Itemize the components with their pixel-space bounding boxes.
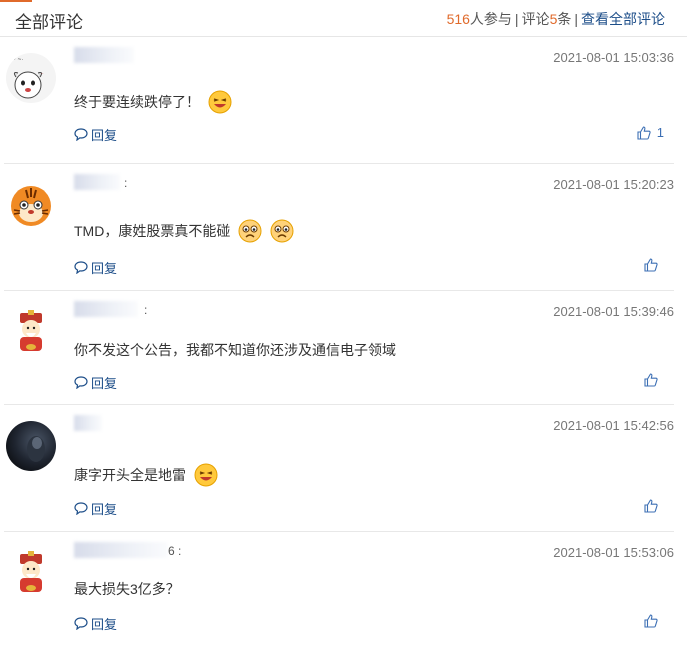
- comment-text-content: 最大损失3亿多？: [74, 581, 180, 597]
- thumbs-up-icon: [644, 258, 658, 272]
- comments-suffix: 条: [557, 11, 572, 27]
- username-blurred[interactable]: [74, 174, 120, 190]
- dog-sticker-avatar[interactable]: ·~ ~· ··: [6, 53, 56, 103]
- comment-time: 2021-08-01 15:53:06: [553, 545, 674, 560]
- comment-bubble-icon: [74, 128, 88, 141]
- reply-button[interactable]: 回复: [74, 614, 117, 633]
- comment-item: : 2021-08-01 15:20:23 TMD，康姓股票真不能碰 回复: [4, 164, 674, 291]
- comment-text: TMD，康姓股票真不能碰: [74, 219, 294, 246]
- comment-text-content: TMD，康姓股票真不能碰: [74, 223, 231, 240]
- comment-text: 你不发这个公告，我都不知道你还涉及通信电子领域: [74, 340, 396, 360]
- like-button[interactable]: 1: [637, 125, 664, 140]
- comment-text: 终于要连续跌停了！: [74, 90, 232, 117]
- svg-text:·~ ~·: ·~ ~·: [10, 57, 24, 63]
- reply-label: 回复: [91, 502, 118, 517]
- comments-header: 全部评论 516人参与 | 评论5条 | 查看全部评论: [0, 0, 687, 37]
- comment-text: 最大损失3亿多？: [74, 579, 180, 599]
- comment-text: 康字开头全是地雷: [74, 463, 218, 490]
- worried-emoji-icon: [238, 219, 262, 246]
- comment-time: 2021-08-01 15:20:23: [553, 177, 674, 192]
- comment-text-content: 终于要连续跌停了！: [74, 94, 200, 111]
- dark-photo-avatar[interactable]: [6, 421, 56, 471]
- participants-count: 516: [446, 11, 470, 27]
- like-button[interactable]: [644, 614, 664, 628]
- username-colon: 6 :: [168, 544, 182, 558]
- comment-bubble-icon: [74, 617, 88, 630]
- username-blurred[interactable]: [74, 542, 168, 558]
- comments-prefix: 评论: [521, 11, 550, 27]
- comment-list: ·~ ~· ·· 2021-08-01 15:03:36 终于要连续跌停了！ 回…: [0, 37, 687, 645]
- username-colon: :: [144, 303, 148, 317]
- reply-button[interactable]: 回复: [74, 125, 117, 144]
- thumbs-up-icon: [644, 499, 658, 513]
- stats-separator: |: [574, 11, 578, 27]
- comment-bubble-icon: [74, 261, 88, 274]
- comment-bubble-icon: [74, 502, 88, 515]
- tiger-avatar[interactable]: [6, 180, 56, 230]
- comment-bubble-icon: [74, 376, 88, 389]
- reply-label: 回复: [91, 617, 118, 632]
- svg-text:··: ··: [41, 71, 44, 76]
- username-blurred[interactable]: [74, 47, 134, 63]
- like-count: 1: [656, 125, 664, 140]
- comment-item: : 2021-08-01 15:39:46 你不发这个公告，我都不知道你还涉及通…: [4, 291, 674, 405]
- reply-button[interactable]: 回复: [74, 499, 117, 518]
- reply-label: 回复: [91, 376, 118, 391]
- comment-text-content: 康字开头全是地雷: [74, 467, 186, 484]
- reply-label: 回复: [91, 261, 118, 276]
- title-underline: [0, 0, 32, 2]
- username-colon: :: [124, 176, 128, 190]
- username-blurred[interactable]: [74, 415, 102, 431]
- section-title: 全部评论: [15, 13, 83, 32]
- reply-label: 回复: [91, 128, 118, 143]
- thumbs-up-icon: [644, 373, 658, 387]
- comment-text-content: 你不发这个公告，我都不知道你还涉及通信电子领域: [74, 342, 396, 358]
- laughing-emoji-icon: [208, 90, 232, 117]
- comment-stats: 516人参与 | 评论5条 | 查看全部评论: [447, 9, 665, 29]
- reply-button[interactable]: 回复: [74, 258, 117, 277]
- thumbs-up-icon: [637, 125, 651, 140]
- fortune-god-avatar[interactable]: [6, 548, 56, 598]
- thumbs-up-icon: [644, 614, 658, 628]
- comment-time: 2021-08-01 15:42:56: [553, 418, 674, 433]
- comment-item: ·~ ~· ·· 2021-08-01 15:03:36 终于要连续跌停了！ 回…: [4, 37, 674, 164]
- username-blurred[interactable]: [74, 301, 138, 317]
- laughing-emoji-icon: [194, 463, 218, 490]
- worried-emoji-icon: [270, 219, 294, 246]
- view-all-comments-link[interactable]: 查看全部评论: [581, 11, 665, 27]
- like-button[interactable]: [644, 258, 664, 272]
- participants-label: 人参与: [469, 11, 512, 27]
- like-button[interactable]: [644, 373, 664, 387]
- stats-separator: |: [514, 11, 519, 27]
- fortune-god-avatar[interactable]: [6, 307, 56, 357]
- reply-button[interactable]: 回复: [74, 373, 117, 392]
- comment-time: 2021-08-01 15:39:46: [553, 304, 674, 319]
- comment-item: 2021-08-01 15:42:56 康字开头全是地雷 回复: [4, 405, 674, 532]
- like-button[interactable]: [644, 499, 664, 513]
- comment-item: 6 : 2021-08-01 15:53:06 最大损失3亿多？ 回复: [4, 532, 674, 645]
- comment-time: 2021-08-01 15:03:36: [553, 50, 674, 65]
